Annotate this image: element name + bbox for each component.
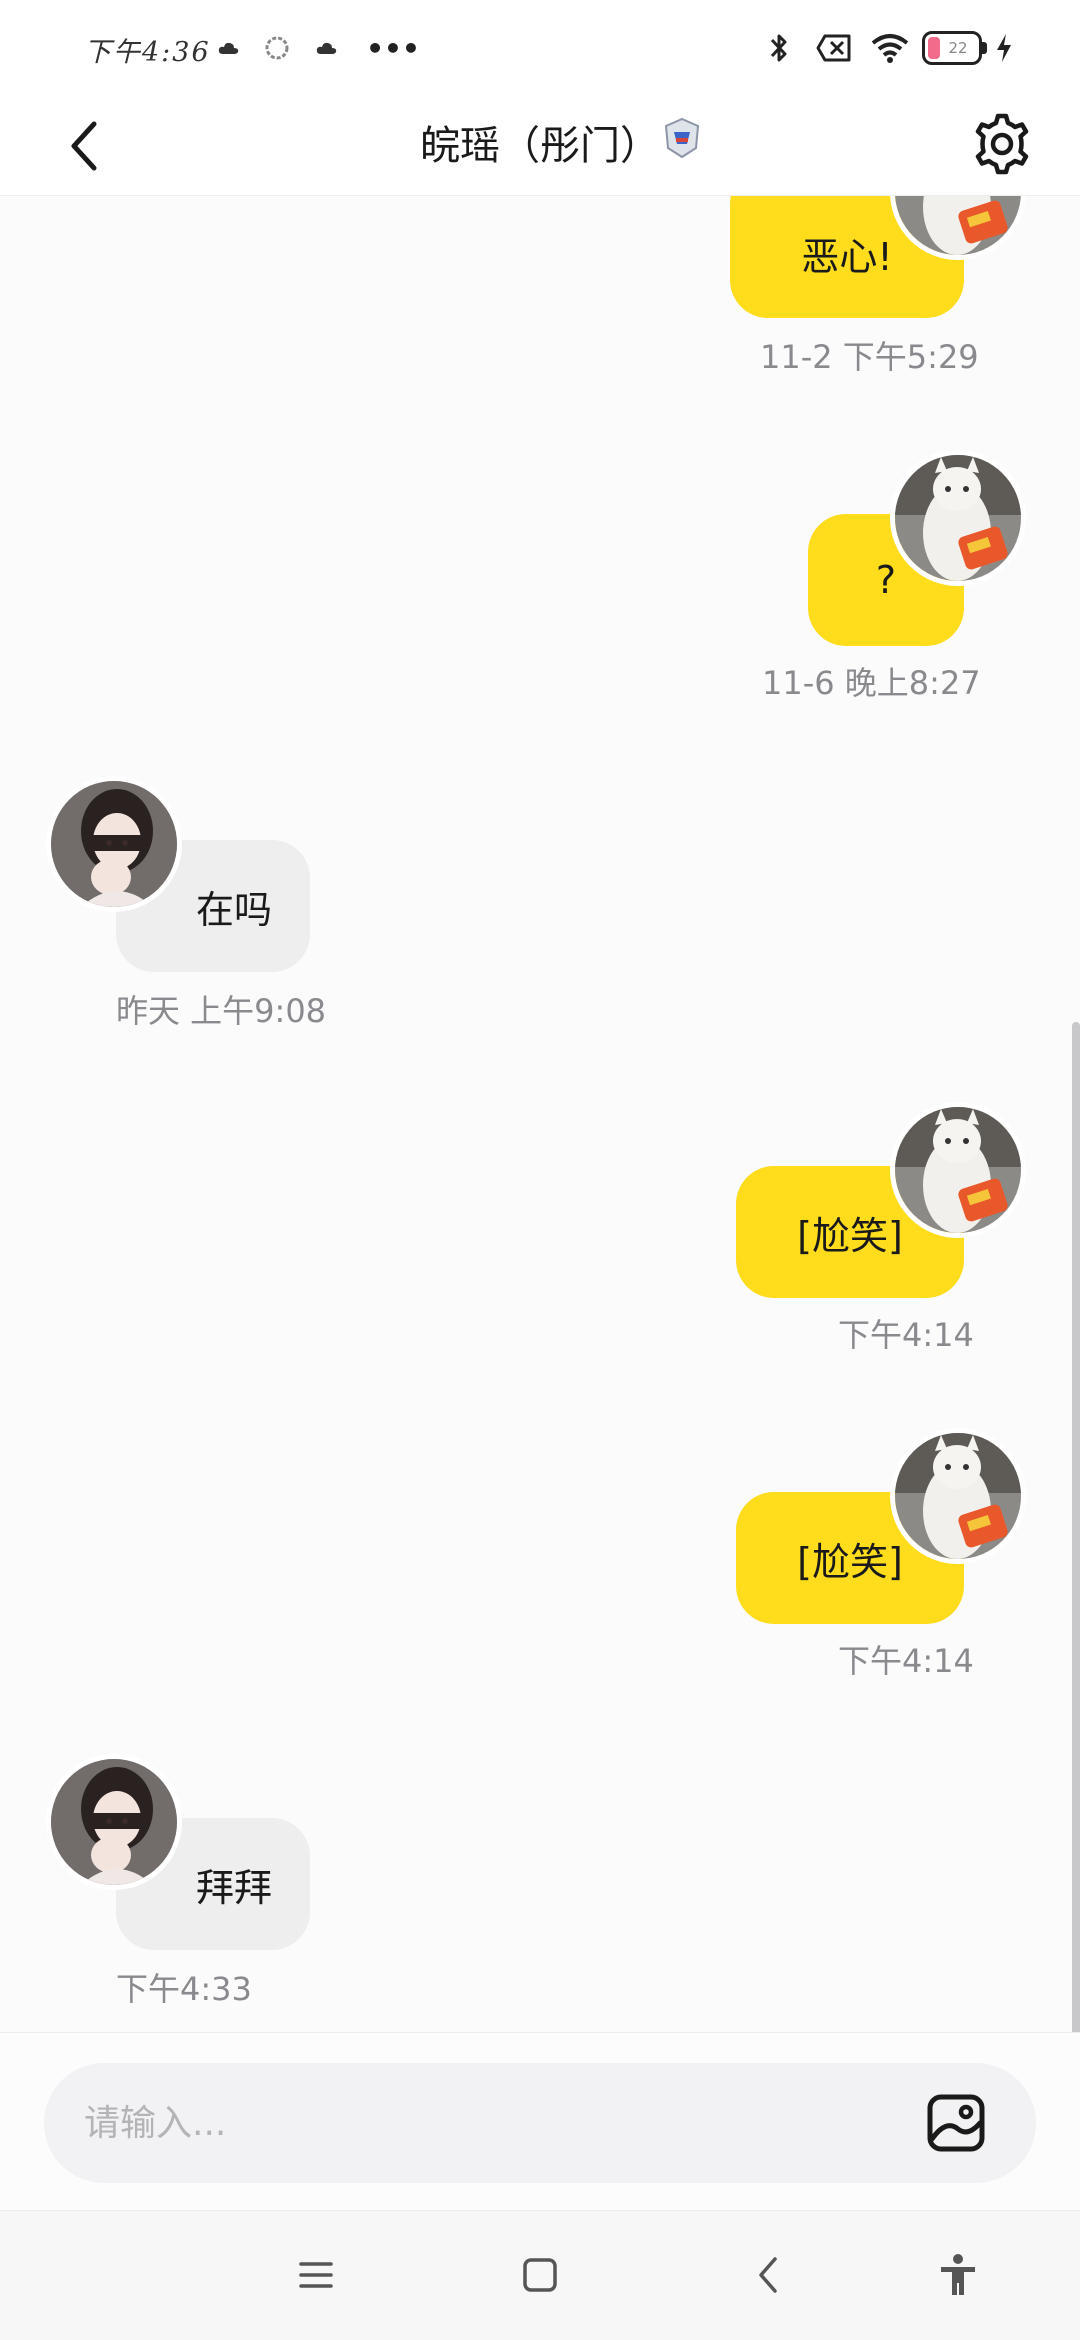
cloud-icon (312, 28, 342, 68)
my-avatar[interactable] (890, 1102, 1026, 1238)
message-text: 恶心! (801, 234, 893, 279)
message-timestamp: 下午4:14 (838, 1316, 974, 1354)
accessibility-button[interactable] (926, 2243, 990, 2307)
message-list[interactable]: 恶心! 11-2 下午5:29 ? 11-6 晚上8:27 在吗 昨天 上午9:… (0, 196, 1080, 2032)
chat-header: 皖瑶（彤门） (0, 96, 1080, 196)
message-text: 拜拜 (195, 1865, 272, 1910)
battery-tip (982, 42, 987, 54)
more-notifications-icon: ••• (366, 31, 420, 65)
status-bar: 下午4:36 ••• 22 (0, 0, 1080, 96)
accessibility-icon (941, 2254, 975, 2295)
message-text: ? (875, 558, 897, 602)
message-timestamp: 昨天 上午9:08 (116, 992, 327, 1030)
back-icon (759, 2257, 777, 2293)
message-timestamp: 下午4:33 (116, 1970, 252, 2008)
system-nav-bar (0, 2210, 1080, 2340)
back-nav-button[interactable] (736, 2243, 800, 2307)
message-text: 在吗 (195, 887, 272, 932)
composer-box (44, 2063, 1036, 2183)
contact-name: 皖瑶（彤门） (420, 123, 660, 169)
menu-button[interactable] (284, 2243, 348, 2307)
home-button[interactable] (508, 2243, 572, 2307)
home-icon (523, 2258, 557, 2292)
charging-icon (992, 28, 1016, 68)
badge-icon (660, 116, 704, 160)
message-timestamp: 11-6 晚上8:27 (762, 664, 981, 702)
cloud-icon (214, 28, 244, 68)
image-icon (927, 2094, 985, 2152)
battery-icon: 22 (922, 31, 982, 65)
my-avatar[interactable] (890, 450, 1026, 586)
settings-button[interactable] (966, 108, 1038, 180)
contact-avatar[interactable] (46, 776, 182, 912)
message-text: [尬笑] (797, 1539, 903, 1584)
status-time: 下午4:36 (84, 37, 211, 68)
scrollbar[interactable] (1072, 1022, 1080, 2032)
no-sim-icon (814, 28, 854, 68)
bluetooth-icon (764, 28, 794, 68)
gear-icon (975, 113, 1029, 175)
wifi-icon (868, 28, 912, 68)
my-avatar[interactable] (890, 1428, 1026, 1564)
battery-level: 22 (948, 39, 968, 57)
composer-bar (0, 2032, 1080, 2210)
message-text: [尬笑] (797, 1213, 903, 1258)
sync-icon (262, 28, 292, 68)
message-input[interactable] (84, 2063, 884, 2183)
message-timestamp: 11-2 下午5:29 (760, 338, 979, 376)
chat-screen: 下午4:36 ••• 22 皖瑶（彤门） 恶心! 11-2 下午5:29 ? 1… (0, 0, 1080, 2340)
contact-avatar[interactable] (46, 1754, 182, 1890)
message-timestamp: 下午4:14 (838, 1642, 974, 1680)
menu-icon (299, 2262, 333, 2288)
send-image-button[interactable] (924, 2091, 988, 2155)
